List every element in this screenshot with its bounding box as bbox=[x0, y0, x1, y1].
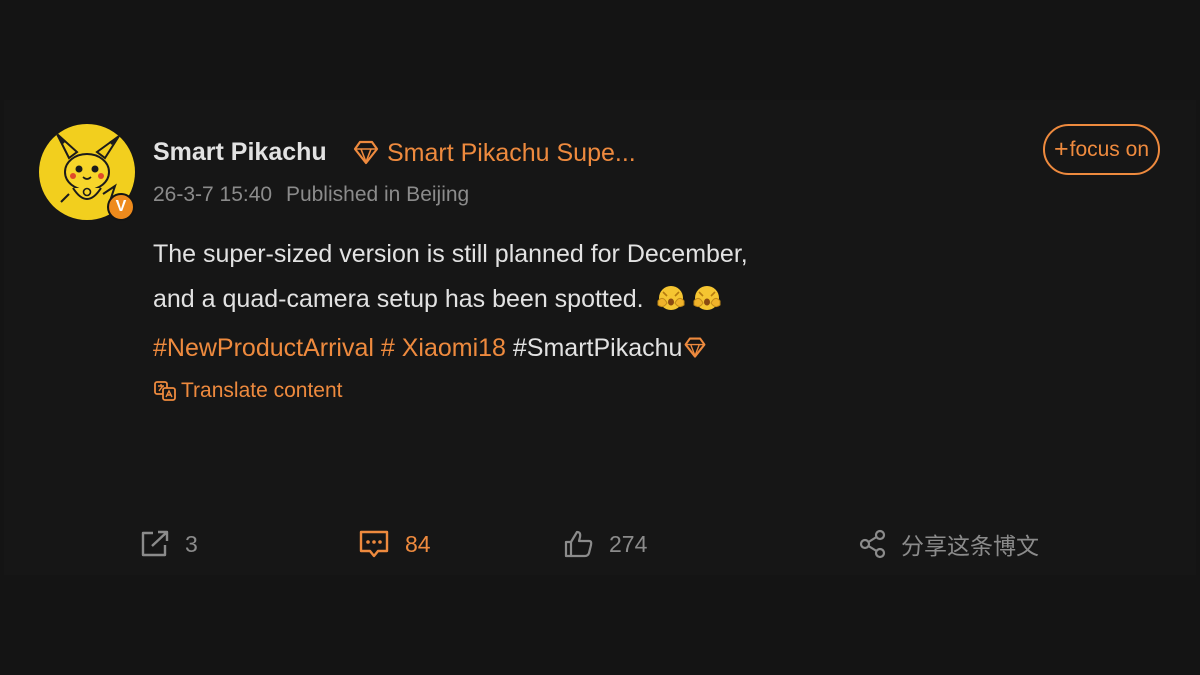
repost-button[interactable]: 3 bbox=[139, 527, 198, 561]
translate-button[interactable]: Translate content bbox=[153, 379, 342, 403]
diamond-gem-icon bbox=[351, 139, 381, 172]
hashtag-xiaomi18[interactable]: # Xiaomi18 bbox=[381, 334, 506, 362]
post-text-line-1: The super-sized version is still planned… bbox=[153, 240, 748, 268]
thumbs-up-icon bbox=[564, 530, 593, 558]
diamond-gem-icon bbox=[682, 334, 708, 362]
translate-label: Translate content bbox=[181, 379, 343, 402]
hashtag-smart-pikachu[interactable]: #SmartPikachu bbox=[513, 334, 683, 362]
share-icon bbox=[859, 529, 886, 559]
post-date: 26-3-7 15:40 bbox=[153, 183, 273, 206]
post-text-line-2: and a quad-camera setup has been spotted… bbox=[153, 285, 644, 313]
verified-badge: V bbox=[107, 193, 135, 221]
translate-icon bbox=[154, 381, 176, 401]
post-body: The super-sized version is still planned… bbox=[153, 232, 913, 371]
peeking-face-emoji-icon bbox=[655, 281, 687, 326]
comment-icon bbox=[359, 530, 389, 558]
post-text-line-2-wrap: and a quad-camera setup has been spotted… bbox=[153, 277, 913, 326]
author-name[interactable]: Smart Pikachu bbox=[153, 138, 327, 167]
repost-count: 3 bbox=[185, 530, 198, 557]
like-count: 274 bbox=[609, 530, 648, 557]
supertopic-link[interactable]: Smart Pikachu Supe... bbox=[387, 139, 636, 168]
comment-button[interactable]: 84 bbox=[357, 527, 431, 561]
post-location: Published in Beijing bbox=[285, 183, 470, 206]
follow-button[interactable]: + focus on bbox=[1043, 124, 1160, 175]
plus-icon: + bbox=[1054, 135, 1069, 163]
comment-count: 84 bbox=[405, 530, 431, 557]
share-button[interactable]: 分享这条博文 bbox=[859, 527, 1039, 561]
post-meta: 26-3-7 15:40 Published in Beijing bbox=[153, 183, 469, 207]
peeking-face-emoji-icon bbox=[691, 281, 723, 326]
like-button[interactable]: 274 bbox=[563, 527, 647, 561]
hashtag-new-product-arrival[interactable]: #NewProductArrival bbox=[153, 334, 374, 362]
hashtag-line: #NewProductArrival # Xiaomi18 #SmartPika… bbox=[153, 326, 913, 371]
repost-icon bbox=[141, 530, 169, 557]
follow-label: focus on bbox=[1069, 137, 1149, 161]
share-label: 分享这条博文 bbox=[901, 533, 1039, 559]
